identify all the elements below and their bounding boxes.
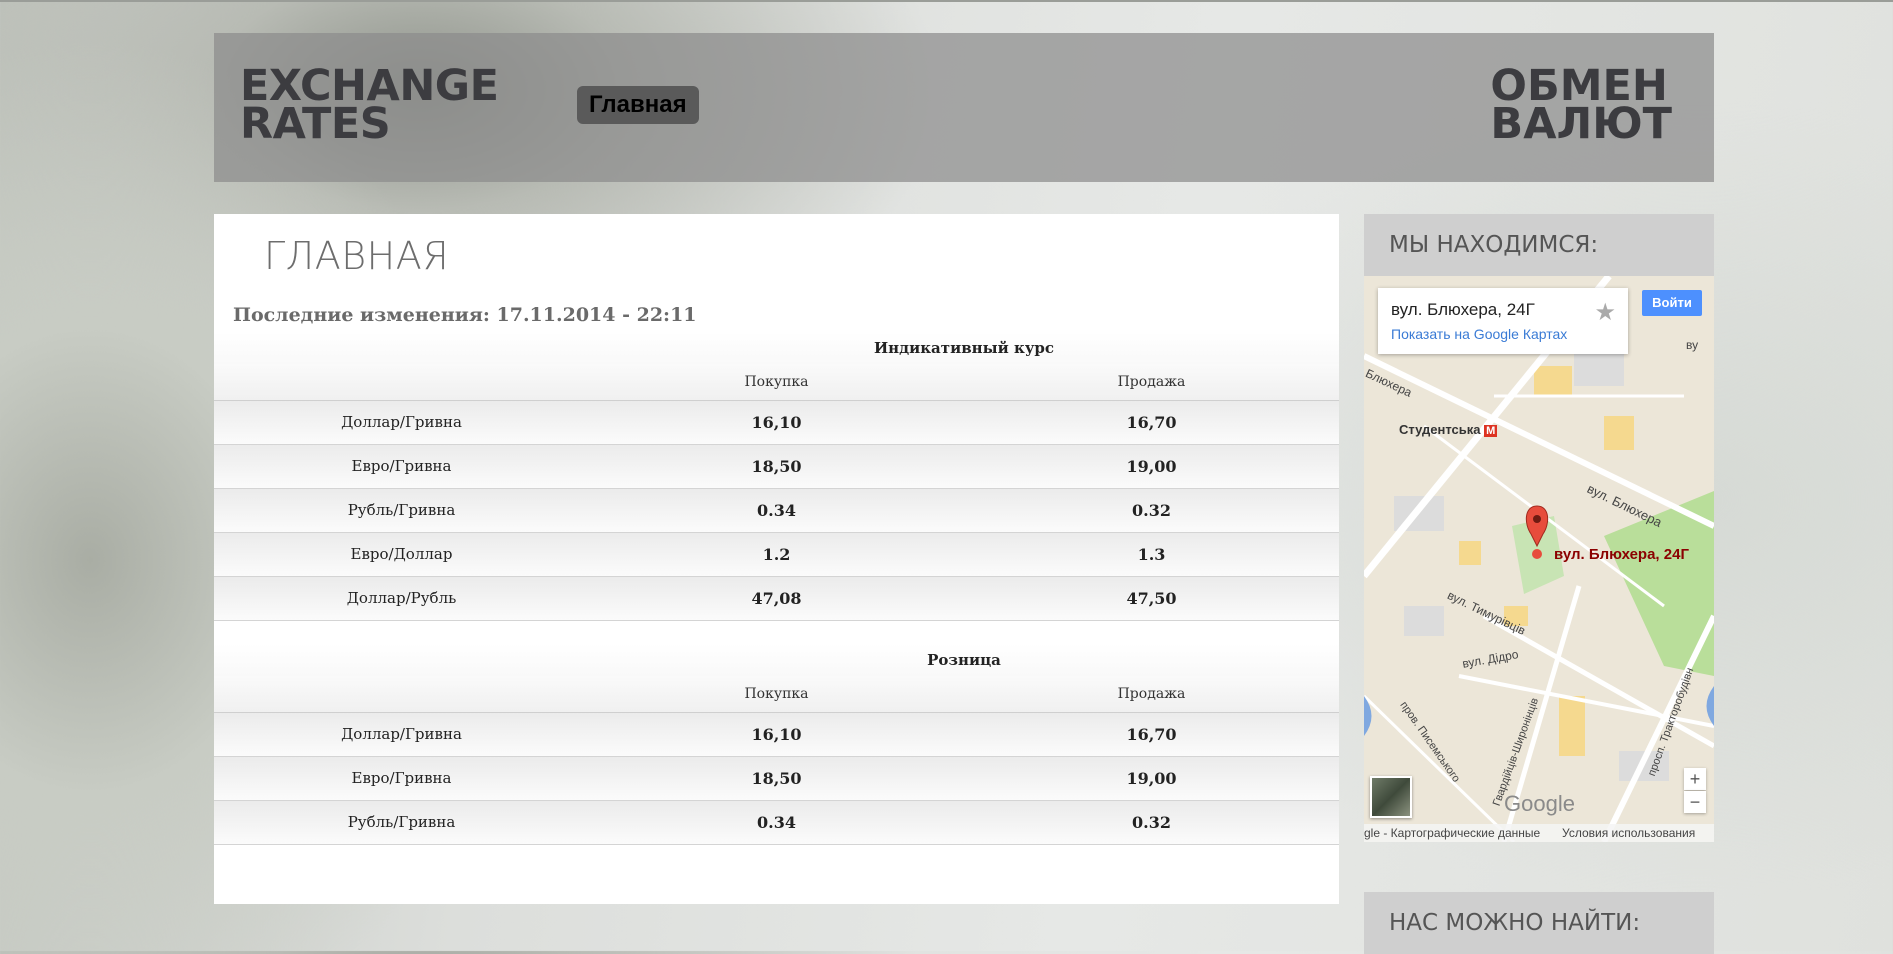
- map-marker-label: вул. Блюхера, 24Г: [1554, 546, 1689, 563]
- top-border: [0, 0, 1893, 2]
- map-info-address: вул. Блюхера, 24Г: [1391, 300, 1535, 319]
- buy-cell: 0.34: [757, 813, 796, 832]
- sell-cell: 16,70: [1126, 725, 1177, 744]
- table-row: Евро/Гривна 18,50 19,00: [214, 757, 1339, 801]
- location-heading: МЫ НАХОДИМСЯ:: [1364, 214, 1714, 276]
- metro-station-label: Студентська M: [1399, 422, 1498, 437]
- google-logo: Google: [1504, 791, 1575, 816]
- table-row: Евро/Доллар 1.2 1.3: [214, 533, 1339, 577]
- header-buy: Покупка: [744, 374, 809, 390]
- page-title: ГЛАВНАЯ: [264, 234, 450, 278]
- buy-cell: 16,10: [751, 413, 802, 432]
- zoom-out-button[interactable]: −: [1684, 791, 1706, 813]
- header-sell: Продажа: [1117, 686, 1186, 702]
- map-data-credit[interactable]: gle - Картографические данные: [1364, 824, 1540, 842]
- main-panel: ГЛАВНАЯ Последние изменения: 17.11.2014 …: [214, 214, 1339, 904]
- sell-cell: 19,00: [1126, 457, 1177, 476]
- pair-cell: Доллар/Гривна: [341, 725, 462, 743]
- pair-cell: Доллар/Гривна: [341, 413, 462, 431]
- buy-cell: 16,10: [751, 725, 802, 744]
- sell-cell: 0.32: [1132, 501, 1171, 520]
- find-us-heading: НАС МОЖНО НАЙТИ:: [1364, 892, 1714, 954]
- table-caption: Индикативный курс: [214, 332, 1339, 364]
- pair-cell: Рубль/Гривна: [347, 813, 456, 831]
- nav-home-link[interactable]: Главная: [577, 86, 699, 124]
- map-info-card: вул. Блюхера, 24Г Показать на Google Кар…: [1378, 288, 1628, 354]
- metro-icon: M: [1484, 425, 1498, 437]
- buy-cell: 18,50: [751, 457, 802, 476]
- buy-cell: 0.34: [757, 501, 796, 520]
- pair-cell: Доллар/Рубль: [346, 589, 457, 607]
- pair-cell: Евро/Гривна: [351, 457, 452, 475]
- sell-cell: 19,00: [1126, 769, 1177, 788]
- buy-cell: 1.2: [762, 545, 791, 564]
- pair-cell: Евро/Доллар: [350, 545, 453, 563]
- metro-name: Студентська: [1399, 422, 1481, 437]
- buy-cell: 18,50: [751, 769, 802, 788]
- indicative-rates-table: Индикативный курс Покупка Продажа Доллар…: [214, 332, 1339, 621]
- sign-in-button[interactable]: Войти: [1642, 290, 1702, 316]
- site-header: EXCHANGE RATES Главная ОБМЕН ВАЛЮТ: [214, 33, 1714, 182]
- table-row: Рубль/Гривна 0.34 0.32: [214, 801, 1339, 845]
- buy-cell: 47,08: [751, 589, 802, 608]
- map-street-label: ву: [1686, 338, 1699, 352]
- header-sell: Продажа: [1117, 374, 1186, 390]
- table-row: Доллар/Рубль 47,08 47,50: [214, 577, 1339, 621]
- header-slogan: ОБМЕН ВАЛЮТ: [1490, 65, 1672, 149]
- header-buy: Покупка: [744, 686, 809, 702]
- map-attribution: gle - Картографические данные Условия ис…: [1364, 824, 1714, 842]
- terms-of-use-link[interactable]: Условия использования: [1562, 824, 1695, 842]
- table-row: Доллар/Гривна 16,10 16,70: [214, 401, 1339, 445]
- brand-logo[interactable]: EXCHANGE RATES: [240, 65, 500, 146]
- show-on-google-maps-link[interactable]: Показать на Google Картах: [1391, 326, 1567, 342]
- pair-cell: Рубль/Гривна: [347, 501, 456, 519]
- slogan-line-2: ВАЛЮТ: [1490, 99, 1672, 149]
- pair-cell: Евро/Гривна: [351, 769, 452, 787]
- table-caption: Розница: [214, 644, 1339, 676]
- table-row: Евро/Гривна 18,50 19,00: [214, 445, 1339, 489]
- zoom-in-button[interactable]: +: [1684, 768, 1706, 790]
- sell-cell: 16,70: [1126, 413, 1177, 432]
- satellite-toggle[interactable]: [1370, 776, 1412, 818]
- table-header: Покупка Продажа: [214, 364, 1339, 401]
- retail-rates-table: Розница Покупка Продажа Доллар/Гривна 16…: [214, 644, 1339, 845]
- star-icon[interactable]: ★: [1594, 298, 1616, 326]
- table-row: Доллар/Гривна 16,10 16,70: [214, 713, 1339, 757]
- last-updated: Последние изменения: 17.11.2014 - 22:11: [233, 304, 697, 326]
- google-map[interactable]: вул. Блюхера, 24Г Показать на Google Кар…: [1364, 276, 1714, 842]
- sell-cell: 1.3: [1137, 545, 1166, 564]
- table-row: Рубль/Гривна 0.34 0.32: [214, 489, 1339, 533]
- table-header: Покупка Продажа: [214, 676, 1339, 713]
- header-pair: [214, 364, 589, 400]
- sell-cell: 0.32: [1132, 813, 1171, 832]
- header-pair: [214, 676, 589, 712]
- sell-cell: 47,50: [1126, 589, 1177, 608]
